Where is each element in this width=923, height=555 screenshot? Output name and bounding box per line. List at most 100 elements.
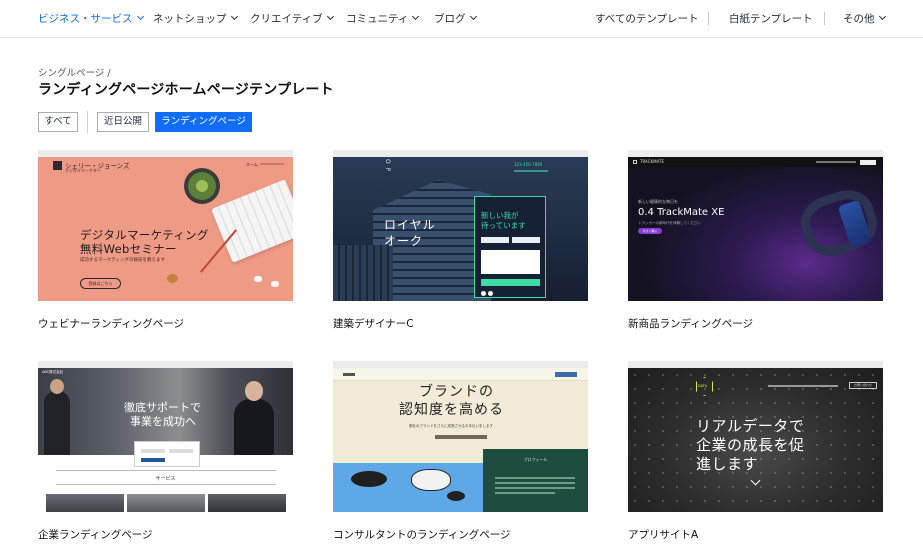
chevron-down-icon [136,12,144,21]
thumb-brand: TRACKMATE [640,159,664,164]
thumb-headline: 0.4 TrackMate XE [638,207,725,218]
thumb-headline: 企業の成長を促 [696,436,805,454]
person-head [50,379,64,394]
thumb-headline: リアルデータで [696,417,805,435]
template-thumbnail[interactable]: TRACKMATE 新しい健康的な毎日を 0.4 TrackMate XE トラ… [628,150,883,301]
template-card-title[interactable]: 新商品ランディングページ [628,316,753,331]
nav-blank-templates[interactable]: 白紙テンプレート [729,11,813,26]
earbud-icon [254,276,262,282]
thumbnail-top-bar [38,150,293,157]
filter-all[interactable]: すべて [38,112,78,132]
thumb-header [333,368,588,381]
thumb-phone: 123-456-7890 [514,162,543,167]
thumb-headline: 事業を成功へ [130,415,196,428]
social-icon [481,291,486,296]
template-card-title[interactable]: ウェビナーランディングページ [38,316,184,331]
thumb-line [514,170,548,172]
building-image [333,245,393,301]
thumb-buy-button: 今すぐ購入 [638,228,662,234]
person-silhouette [234,399,274,455]
chevron-down-icon [230,12,238,21]
nav-business-services[interactable]: ビジネス・サービス [38,11,144,26]
cookie-icon [167,274,178,283]
thumb-logo: DATA [698,384,708,388]
cloud-icon [351,471,387,487]
nav-label: コミュニティ [346,13,409,25]
thumb-headline: 無料Webセミナー [80,242,177,256]
thumb-register-button: 登録はこちら [80,278,121,289]
thumb-contact-button: お問い合わせ [849,382,877,389]
thumb-divider [56,484,276,485]
nav-label: ネットショップ [153,13,227,25]
illustration-panel [333,463,483,512]
template-thumbnail[interactable]: O P 123-456-7890 ロイヤル オーク 新しい我が 待っています [333,150,588,301]
fitness-band-image [794,183,883,263]
nav-label: クリエイティブ [250,13,323,25]
dark-panel-text [495,492,555,494]
chevron-down-icon [469,12,477,21]
chevron-down-icon [412,12,420,21]
dark-panel-text [495,477,575,479]
nav-creative[interactable]: クリエイティブ [250,11,334,26]
thumb-pretitle: 新しい健康的な毎日を [638,199,678,204]
social-icon [488,291,493,296]
thumb-nav: ホーム [246,162,258,167]
brand-subtitle: デジタルマーケター [65,168,101,173]
thumb-nav-links [768,385,838,387]
nav-label: ビジネス・サービス [38,13,133,25]
thumb-form-title: 待っています [481,221,526,230]
nav-divider [708,12,709,25]
nav-online-shop[interactable]: ネットショップ [153,11,238,26]
keyboard-icon [211,179,293,263]
thumb-form-button [481,279,540,286]
thumb-form-field [141,449,165,453]
chevron-down-icon [878,12,886,21]
top-navigation: ビジネス・サービス ネットショップ クリエイティブ コミュニティ ブログ すべて… [0,0,923,38]
thumb-subtext: トラッカーの新時代を体験してください [638,221,701,225]
earbud-icon [271,281,279,287]
dark-panel-text [495,487,575,489]
thumb-cta-button [435,435,487,439]
thumbnail-top-bar [333,150,588,157]
thumb-subtext: 御社のブランドをさらに成長させるお手伝いをします [409,424,493,428]
nav-blog[interactable]: ブログ [434,11,477,26]
breadcrumb[interactable]: シングルページ / [38,65,111,79]
thumb-headline: 認知度を高める [399,402,504,418]
template-thumbnail[interactable]: ABC株式会社 徹底サポートで 事業を成功へ サービス [38,361,293,512]
template-card-title[interactable]: 企業ランディングページ [38,527,153,542]
template-card-title[interactable]: 建築デザイナーC [333,316,414,331]
nav-community[interactable]: コミュニティ [346,11,420,26]
thumb-divider [56,470,276,471]
thumbnail-top-bar [333,361,588,368]
thumb-nav-button [555,372,577,377]
thumb-form-button [141,458,165,462]
service-image [208,494,286,512]
template-card-title[interactable]: コンサルタントのランディングページ [333,527,511,542]
template-thumbnail[interactable]: ブランドの 認知度を高める 御社のブランドをさらに成長させるお手伝いをします プ… [333,361,588,512]
person-head [245,381,263,401]
thumb-form-field [512,237,540,243]
template-thumbnail[interactable]: DATA お問い合わせ リアルデータで 企業の成長を促 進します [628,361,883,512]
template-thumbnail[interactable]: シェリー・ジョーンズ デジタルマーケター ホーム デジタルマーケティング 無料W… [38,150,293,301]
filter-landing-page[interactable]: ランディングページ [155,112,252,132]
thumb-logo: O P [384,159,391,173]
thumb-form-field [481,237,509,243]
filter-coming-soon[interactable]: 近日公開 [97,112,149,132]
dark-panel-title: プロフィール [523,457,548,462]
illustration-top [333,449,483,463]
thumb-form-textarea [481,250,540,274]
thumb-subtext: 成功するマーケティングの秘訣を教えます [80,258,165,263]
thumb-nav-button [860,160,876,165]
template-card-title[interactable]: アプリサイトA [628,527,698,542]
nav-more[interactable]: その他 [843,11,886,26]
thumb-section-title: サービス [155,476,176,482]
thumb-form-card: 新しい我が 待っています [474,196,546,298]
service-image [127,494,205,512]
dark-panel-text [495,482,575,484]
service-image [46,494,124,512]
person-silhouette [44,391,70,455]
thumb-form-field [169,449,193,453]
cloud-icon [411,469,451,491]
nav-all-templates[interactable]: すべてのテンプレート [595,11,699,26]
thumb-headline: 進します [696,455,759,473]
